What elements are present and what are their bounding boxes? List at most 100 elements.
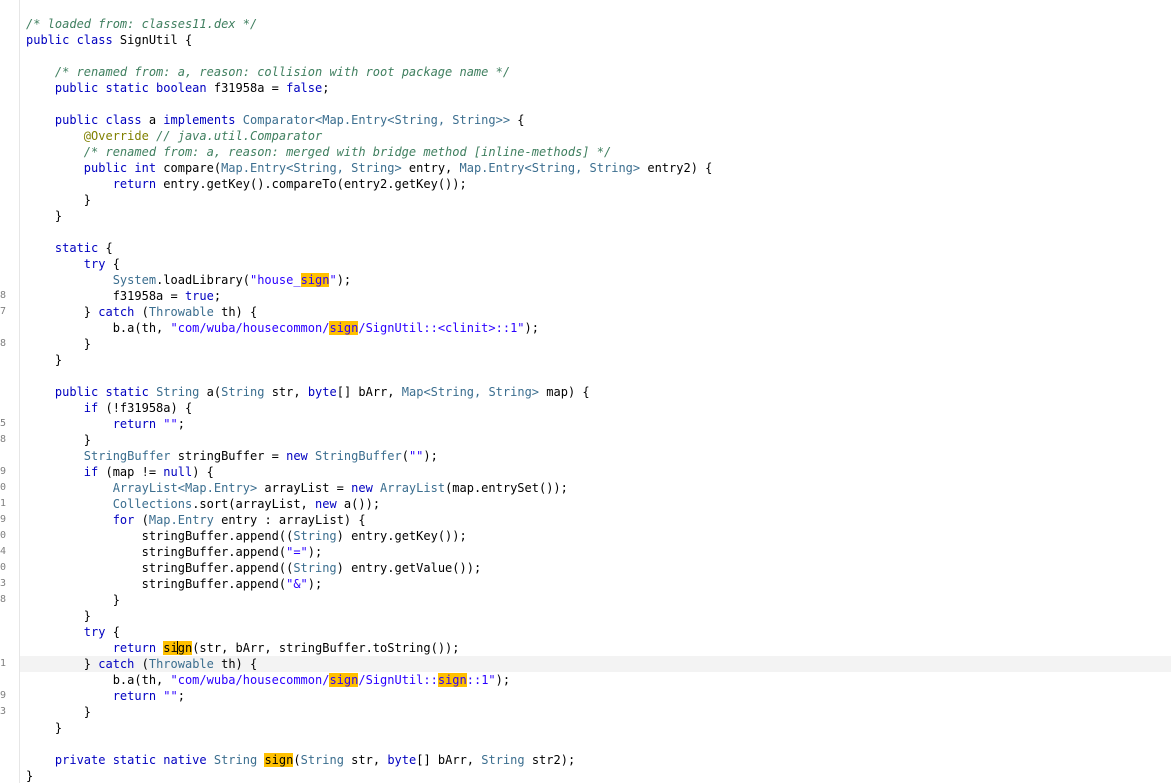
code-line: if (!f31958a) { bbox=[26, 400, 192, 416]
code-line: @Override // java.util.Comparator bbox=[26, 128, 322, 144]
code-token: if bbox=[83, 465, 106, 479]
code-token: /* renamed from: a, reason: merged with … bbox=[83, 145, 612, 159]
code-line: ArrayList<Map.Entry> arrayList = new Arr… bbox=[26, 480, 568, 496]
code-token: str, bbox=[343, 753, 388, 767]
code-token: ); bbox=[495, 673, 511, 687]
code-token: System bbox=[112, 273, 157, 287]
code-token: a()); bbox=[343, 497, 381, 511]
code-line: } bbox=[26, 592, 120, 608]
code-token: ); bbox=[307, 577, 323, 591]
search-match-highlight: sign bbox=[264, 753, 294, 767]
code-token: .loadLibrary( bbox=[156, 273, 250, 287]
code-line: stringBuffer.append("="); bbox=[26, 544, 323, 560]
code-token: ) { bbox=[192, 465, 214, 479]
code-token: b.a(th, bbox=[26, 321, 171, 335]
code-token: ArrayList<Map.Entry> bbox=[112, 481, 258, 495]
code-line: /* loaded from: classes11.dex */ bbox=[26, 16, 257, 32]
code-token: stringBuffer.append(( bbox=[26, 529, 294, 543]
code-line: public class a implements Comparator<Map… bbox=[26, 112, 525, 128]
code-token: ; bbox=[322, 81, 330, 95]
code-token: .sort(arrayList, bbox=[192, 497, 316, 511]
code-area[interactable]: /* loaded from: classes11.dex */public c… bbox=[0, 0, 1171, 783]
code-token: [] bArr, bbox=[336, 385, 402, 399]
code-token: ( bbox=[141, 305, 149, 319]
code-line: private static native String sign(String… bbox=[26, 752, 575, 768]
code-line: public class SignUtil { bbox=[26, 32, 192, 48]
code-token: SignUtil { bbox=[119, 33, 193, 47]
code-token: if bbox=[83, 401, 106, 415]
code-token: (str, bArr, stringBuffer.toString()); bbox=[192, 641, 460, 655]
code-token: Comparator<Map.Entry<String, String>> bbox=[242, 113, 511, 127]
code-token: false bbox=[286, 81, 323, 95]
code-token: { bbox=[510, 113, 525, 127]
code-token: stringBuffer.append(( bbox=[26, 561, 294, 575]
code-token: /SignUtil::<clinit>::1" bbox=[358, 321, 525, 335]
code-token: StringBuffer bbox=[315, 449, 402, 463]
code-line: try { bbox=[26, 624, 120, 640]
code-token: stringBuffer.append( bbox=[26, 545, 287, 559]
code-token: } bbox=[26, 705, 92, 719]
code-token: } bbox=[26, 609, 92, 623]
code-line: return ""; bbox=[26, 416, 185, 432]
code-token: ) entry.getValue()); bbox=[336, 561, 482, 575]
code-token: catch bbox=[98, 657, 142, 671]
code-token: } bbox=[26, 337, 92, 351]
code-token: "=" bbox=[286, 545, 308, 559]
code-token: "com/wuba/housecommon/ bbox=[170, 321, 330, 335]
code-token: ( bbox=[293, 753, 301, 767]
code-token: StringBuffer bbox=[83, 449, 171, 463]
code-editor[interactable]: 87858901904038193 /* loaded from: classe… bbox=[0, 0, 1171, 783]
code-token: } bbox=[26, 433, 92, 447]
code-token: public static bbox=[54, 385, 157, 399]
code-line: static { bbox=[26, 240, 113, 256]
code-token: f31958a = bbox=[26, 289, 185, 303]
code-token: @Override bbox=[83, 129, 149, 143]
code-token: b.a(th, bbox=[26, 673, 171, 687]
search-match-highlight: sign bbox=[300, 273, 330, 287]
code-token: null bbox=[163, 465, 193, 479]
code-token: /* renamed from: a, reason: collision wi… bbox=[54, 65, 511, 79]
code-line: stringBuffer.append((String) entry.getKe… bbox=[26, 528, 467, 544]
code-token: entry, bbox=[401, 161, 460, 175]
code-token: stringBuffer = bbox=[170, 449, 287, 463]
code-line: b.a(th, "com/wuba/housecommon/sign/SignU… bbox=[26, 672, 510, 688]
code-token: implements bbox=[163, 113, 243, 127]
code-token: true bbox=[184, 289, 214, 303]
code-token: byte bbox=[387, 753, 417, 767]
code-token: return bbox=[112, 689, 164, 703]
code-token: { bbox=[112, 257, 120, 271]
code-token: ); bbox=[336, 273, 352, 287]
code-token: catch bbox=[98, 305, 142, 319]
code-token: arrayList = bbox=[257, 481, 352, 495]
search-match-highlight: sign bbox=[329, 673, 359, 687]
code-line: stringBuffer.append("&"); bbox=[26, 576, 323, 592]
code-token: Map.Entry bbox=[148, 513, 214, 527]
code-line: f31958a = true; bbox=[26, 288, 221, 304]
code-token: map) { bbox=[539, 385, 590, 399]
code-token: f31958a = bbox=[213, 81, 287, 95]
code-line: public static String a(String str, byte[… bbox=[26, 384, 590, 400]
code-token: "&" bbox=[286, 577, 308, 591]
code-token: ; bbox=[177, 689, 185, 703]
code-token: Map<String, String> bbox=[401, 385, 540, 399]
code-token: ArrayList bbox=[380, 481, 446, 495]
code-token: compare( bbox=[163, 161, 222, 175]
code-token: " bbox=[329, 273, 337, 287]
code-token: entry : arrayList) { bbox=[213, 513, 366, 527]
code-line: } catch (Throwable th) { bbox=[26, 304, 257, 320]
